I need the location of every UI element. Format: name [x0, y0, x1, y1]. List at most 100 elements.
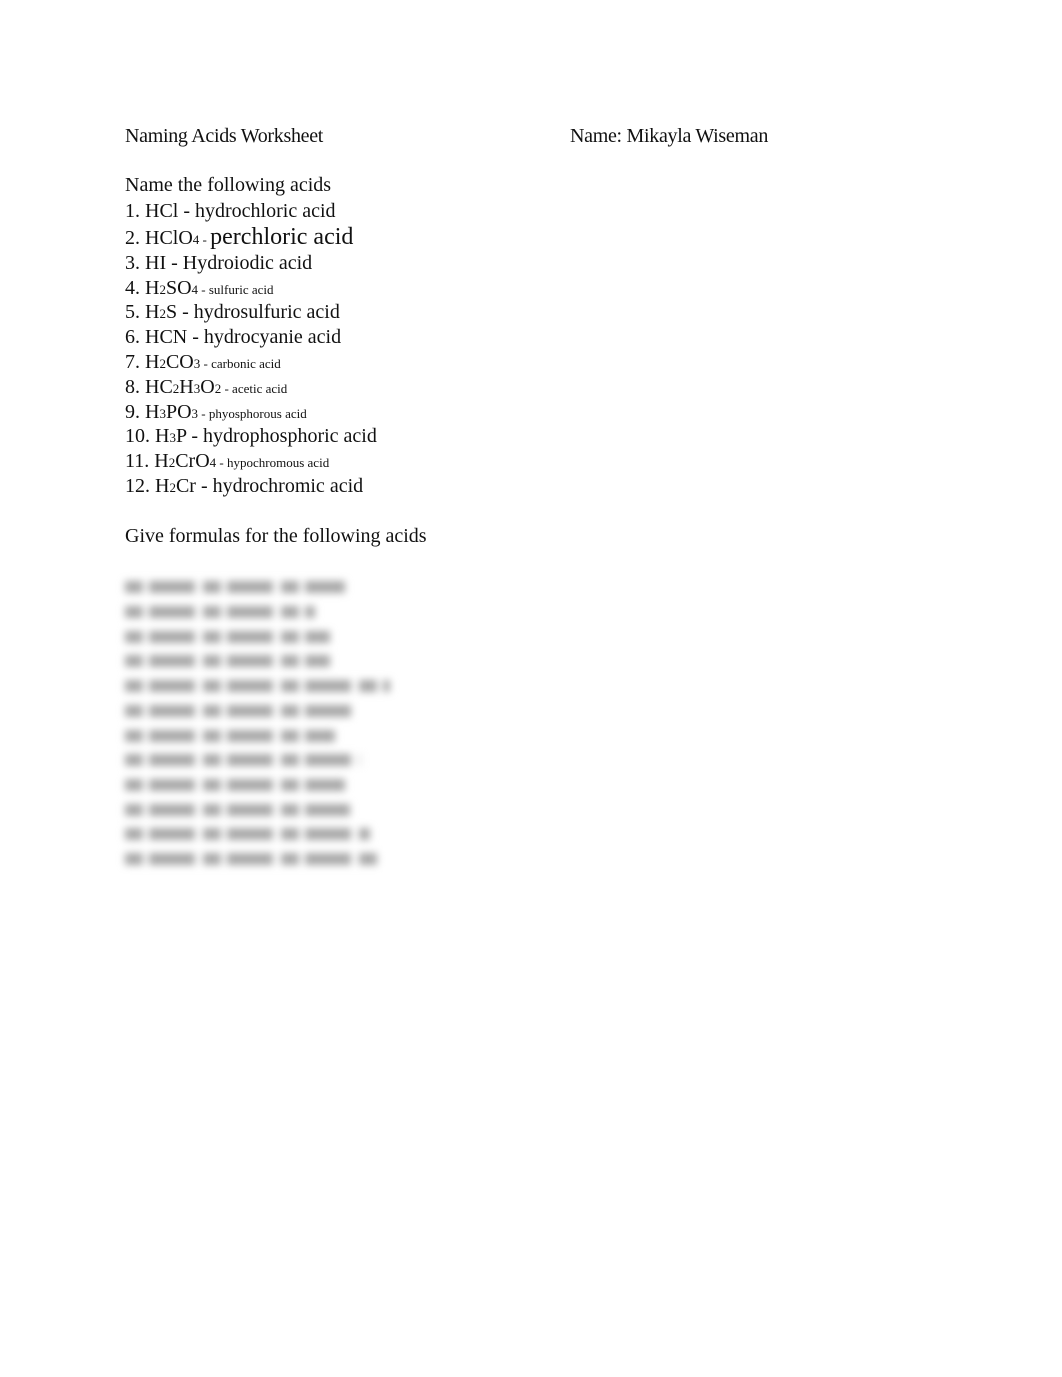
item-number: 8.: [125, 375, 145, 398]
list-item: 11. H2CrO4 - hypochromous acid: [125, 449, 377, 474]
acid-name-answer: Hydroiodic acid: [182, 251, 313, 274]
blurred-line: [125, 821, 390, 846]
acid-name-answer: sulfuric acid: [208, 281, 274, 297]
formula-element: PO: [165, 400, 192, 423]
worksheet-title: Naming Acids Worksheet: [125, 125, 324, 147]
item-number: 6.: [125, 326, 145, 349]
separator: -: [221, 380, 233, 396]
item-number: 9.: [125, 400, 145, 423]
chemical-formula: HClO4: [145, 227, 199, 249]
separator: -: [195, 474, 213, 497]
separator: -: [198, 281, 209, 297]
formula-element: H: [179, 375, 194, 398]
chemical-formula: HC2H3O2: [145, 376, 221, 398]
acid-name-answer: hydrosulfuric acid: [193, 301, 340, 324]
item-number: 12.: [125, 474, 155, 497]
formula-element: P: [175, 425, 187, 448]
separator: -: [199, 231, 211, 247]
separator: -: [186, 425, 204, 448]
separator: -: [198, 405, 209, 421]
item-number: 5.: [125, 301, 145, 324]
acid-name-answer: hydrocyanie acid: [203, 326, 342, 349]
acid-name-answer: hypochromous acid: [227, 455, 330, 471]
blurred-formulas-list: [125, 574, 390, 870]
formula-element: H: [155, 425, 170, 448]
chemical-formula: H2SO4: [145, 277, 198, 299]
formula-element: O: [200, 375, 215, 398]
formula-element: HClO: [145, 226, 193, 249]
formula-element: HCl: [145, 200, 179, 222]
formula-element: H: [145, 301, 160, 324]
acid-name-answer: carbonic acid: [211, 355, 281, 371]
formula-element: H: [145, 276, 160, 299]
formula-element: H: [154, 450, 169, 473]
list-item: 5. H2S - hydrosulfuric acid: [125, 300, 377, 325]
separator: -: [177, 301, 194, 324]
blurred-line: [125, 722, 390, 747]
list-item: 1. HCl - hydrochloric acid: [125, 199, 377, 224]
acid-name-answer: hydrophosphoric acid: [203, 425, 377, 448]
formula-element: H: [145, 350, 160, 373]
acid-name-answer: perchloric acid: [210, 223, 354, 250]
blurred-line: [125, 648, 390, 673]
section-name-acids-title: Name the following acids: [125, 174, 332, 196]
list-item: 8. HC2H3O2 - acetic acid: [125, 375, 377, 400]
list-item: 12. H2Cr - hydrochromic acid: [125, 474, 377, 499]
chemical-formula: HCl: [145, 200, 178, 222]
chemical-formula: HI: [145, 252, 166, 274]
chemical-formula: H3PO3: [145, 401, 198, 423]
item-number: 1.: [125, 200, 145, 222]
item-number: 11.: [125, 450, 155, 473]
blurred-line: [125, 697, 390, 722]
formula-element: SO: [165, 276, 192, 299]
acid-name-answer: hydrochloric acid: [195, 200, 336, 222]
chemical-formula: H2CrO4: [154, 450, 216, 472]
item-number: 7.: [125, 350, 145, 373]
formula-element: H: [145, 400, 160, 423]
list-item: 10. H3P - hydrophosphoric acid: [125, 424, 377, 449]
list-item: 4. H2SO4 - sulfuric acid: [125, 276, 377, 301]
blurred-line: [125, 846, 390, 871]
blurred-line: [125, 623, 390, 648]
chemical-formula: H2S: [145, 301, 177, 323]
separator: -: [216, 455, 228, 471]
formula-element: HI: [145, 251, 167, 274]
formula-element: CrO: [175, 450, 210, 473]
list-item: 7. H2CO3 - carbonic acid: [125, 350, 377, 375]
formula-element: Cr: [175, 474, 196, 497]
student-name: Name: Mikayla Wiseman: [570, 125, 769, 147]
item-number: 10.: [125, 425, 155, 448]
formula-element: S: [165, 301, 178, 324]
formula-element: HC: [145, 375, 173, 398]
chemical-formula: H2Cr: [155, 475, 196, 497]
list-item: 6. HCN - hydrocyanie acid: [125, 325, 377, 350]
item-number: 4.: [125, 276, 145, 299]
acid-name-answer: phyosphorous acid: [208, 405, 307, 421]
acid-name-answer: acetic acid: [232, 380, 288, 396]
item-number: 3.: [125, 251, 145, 274]
separator: -: [187, 326, 204, 349]
blurred-line: [125, 796, 390, 821]
formula-element: HCN: [145, 326, 188, 349]
blurred-line: [125, 574, 390, 599]
worksheet-page: Naming Acids Worksheet Name: Mikayla Wis…: [0, 0, 1062, 1377]
chemical-formula: H2CO3: [145, 351, 200, 373]
formula-element: CO: [165, 350, 194, 373]
blurred-line: [125, 747, 390, 772]
blurred-line: [125, 599, 390, 624]
section-formulas-title: Give formulas for the following acids: [125, 525, 427, 547]
item-number: 2.: [125, 226, 145, 249]
blurred-line: [125, 673, 390, 698]
acid-naming-list: 1. HCl - hydrochloric acid 2. HClO4 - per…: [125, 199, 377, 499]
chemical-formula: H3P: [155, 425, 186, 447]
separator: -: [166, 251, 183, 274]
blurred-line: [125, 772, 390, 797]
formula-element: H: [155, 474, 170, 497]
list-item: 3. HI - Hydroiodic acid: [125, 251, 377, 276]
chemical-formula: HCN: [145, 326, 187, 348]
separator: -: [200, 355, 212, 371]
list-item: 9. H3PO3 - phyosphorous acid: [125, 400, 377, 425]
acid-name-answer: hydrochromic acid: [212, 474, 364, 497]
separator: -: [178, 200, 196, 222]
list-item: 2. HClO4 - perchloric acid: [125, 224, 377, 251]
